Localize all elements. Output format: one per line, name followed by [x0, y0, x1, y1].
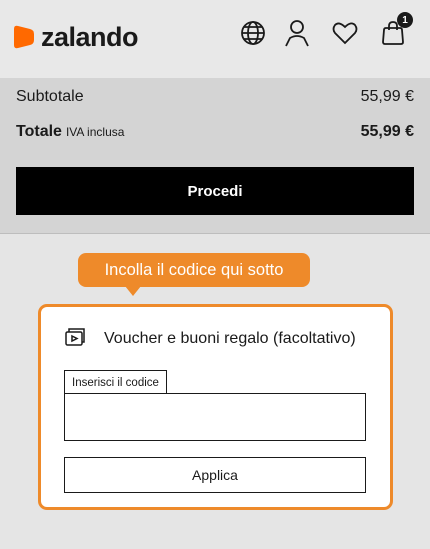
paste-code-tooltip: Incolla il codice qui sotto — [78, 253, 310, 287]
total-label-group: Totale IVA inclusa — [16, 123, 124, 141]
brand-name: zalando — [41, 21, 139, 52]
site-header: zalando 1 — [0, 0, 430, 78]
subtotal-label: Subtotale — [16, 88, 84, 105]
zalando-logo[interactable]: zalando — [12, 20, 139, 54]
cart-count-badge: 1 — [397, 12, 413, 28]
subtotal-row: Subtotale 55,99 € — [16, 88, 414, 106]
voucher-card-icon — [64, 326, 86, 348]
proceed-button[interactable]: Procedi — [16, 167, 414, 215]
voucher-code-input[interactable] — [64, 393, 366, 441]
voucher-title: Voucher e buoni regalo (facoltativo) — [104, 330, 356, 347]
account-person-icon[interactable] — [282, 18, 312, 48]
apply-button[interactable]: Applica — [64, 457, 366, 493]
subtotal-value: 55,99 € — [360, 88, 414, 105]
vat-note: IVA inclusa — [65, 125, 125, 139]
zalando-logo-icon — [14, 25, 34, 49]
order-summary: Subtotale 55,99 € Totale IVA inclusa 55,9… — [0, 78, 430, 234]
total-row: Totale IVA inclusa 55,99 € — [16, 123, 414, 141]
total-label: Totale — [16, 123, 62, 140]
tooltip-arrow — [125, 286, 141, 296]
cart-bag-icon[interactable]: 1 — [378, 12, 413, 48]
voucher-code-label: Inserisci il codice — [64, 370, 167, 394]
wishlist-heart-icon[interactable] — [330, 18, 360, 48]
total-value: 55,99 € — [360, 123, 414, 140]
voucher-section: Voucher e buoni regalo (facoltativo) Ins… — [38, 304, 393, 510]
language-globe-icon[interactable] — [238, 18, 268, 48]
